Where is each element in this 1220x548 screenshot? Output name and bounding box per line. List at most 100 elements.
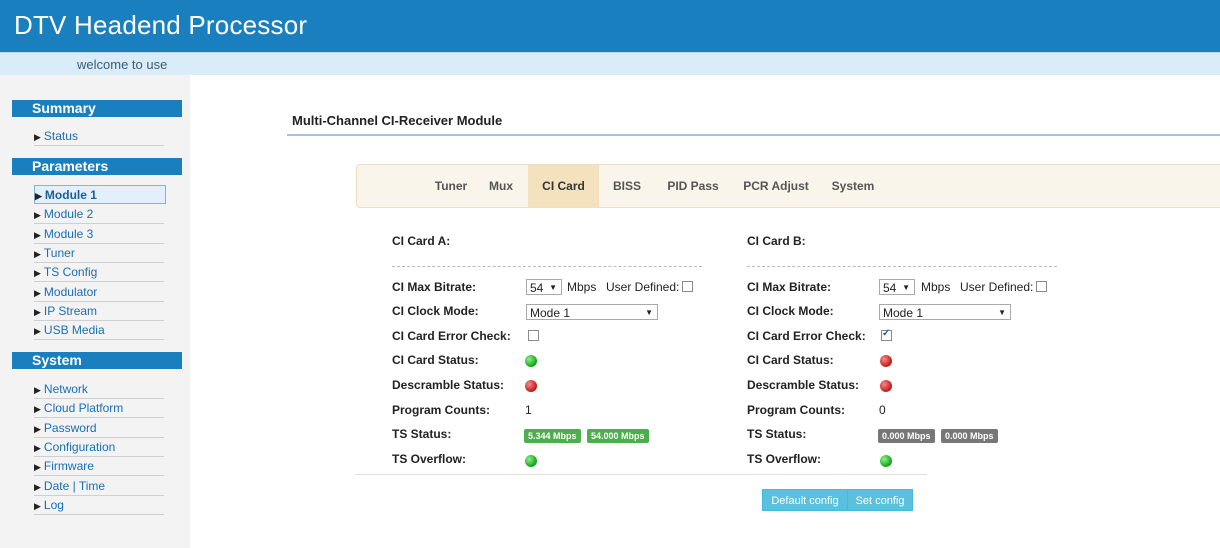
tab-bar: Tuner Mux CI Card BISS PID Pass PCR Adju… xyxy=(356,164,1220,208)
card-a-ts-status-badge-1: 5.344 Mbps xyxy=(524,429,581,443)
sidebar: Summary ▶ Status Parameters ▶ Module 1 ▶ Mo… xyxy=(0,75,190,548)
card-b-clock-mode-label: CI Clock Mode: xyxy=(747,304,834,318)
title-divider xyxy=(287,134,1220,136)
tab-system[interactable]: System xyxy=(825,165,881,207)
dropdown-arrow-icon: ▼ xyxy=(998,308,1006,317)
card-b-card-status-indicator xyxy=(880,355,892,367)
card-a-user-defined-checkbox[interactable] xyxy=(682,281,693,292)
set-config-button[interactable]: Set config xyxy=(847,489,913,511)
triangle-right-icon: ▶ xyxy=(34,307,41,317)
triangle-right-icon: ▶ xyxy=(34,230,41,240)
card-b-divider xyxy=(747,266,1057,267)
default-config-button[interactable]: Default config xyxy=(762,489,848,511)
sidebar-item-ts-config[interactable]: ▶ TS Config xyxy=(34,263,164,282)
card-b-error-check-checkbox[interactable] xyxy=(881,328,892,341)
tab-pid-pass[interactable]: PID Pass xyxy=(663,165,723,207)
sidebar-item-status[interactable]: ▶ Status xyxy=(34,127,164,146)
sidebar-item-module-2[interactable]: ▶ Module 2 xyxy=(34,205,164,224)
tab-biss[interactable]: BISS xyxy=(607,165,647,207)
page-title: Multi-Channel CI-Receiver Module xyxy=(292,113,503,128)
card-a-ts-status-label: TS Status: xyxy=(392,427,452,441)
triangle-right-icon: ▶ xyxy=(34,501,41,511)
sidebar-section-system: System xyxy=(12,352,182,369)
dropdown-arrow-icon: ▼ xyxy=(645,308,653,317)
tab-tuner[interactable]: Tuner xyxy=(427,165,475,207)
card-a-clock-mode-label: CI Clock Mode: xyxy=(392,304,479,318)
sidebar-item-password[interactable]: ▶ Password xyxy=(34,419,164,438)
triangle-right-icon: ▶ xyxy=(34,424,41,434)
form-bottom-divider xyxy=(355,474,927,475)
app-title: DTV Headend Processor xyxy=(14,10,308,40)
card-a-max-bitrate-select[interactable]: 54 ▼ xyxy=(526,279,562,295)
welcome-text: welcome to use xyxy=(77,57,168,72)
sidebar-item-usb-media[interactable]: ▶ USB Media xyxy=(34,321,164,340)
welcome-bar: welcome to use xyxy=(0,52,1220,75)
card-b-mbps-unit: Mbps xyxy=(921,280,951,294)
card-b-ts-status-badge-1: 0.000 Mbps xyxy=(878,429,935,443)
triangle-right-icon: ▶ xyxy=(34,249,41,259)
card-a-descramble-status-indicator xyxy=(525,380,537,392)
card-b-max-bitrate-label: CI Max Bitrate: xyxy=(747,280,832,294)
card-a-mbps-unit: Mbps xyxy=(567,280,597,294)
triangle-right-icon: ▶ xyxy=(34,482,41,492)
tab-pcr-adjust[interactable]: PCR Adjust xyxy=(738,165,814,207)
triangle-right-icon: ▶ xyxy=(34,132,41,142)
card-b-ts-overflow-label: TS Overflow: xyxy=(747,452,822,466)
card-a-program-counts-value: 1 xyxy=(525,403,532,417)
card-b-program-counts-value: 0 xyxy=(879,403,886,417)
triangle-right-icon: ▶ xyxy=(34,210,41,220)
triangle-right-icon: ▶ xyxy=(34,326,41,336)
sidebar-item-log[interactable]: ▶ Log xyxy=(34,496,164,515)
tab-mux[interactable]: Mux xyxy=(481,165,521,207)
card-b-user-defined-label: User Defined: xyxy=(960,280,1034,294)
card-b-clock-mode-select[interactable]: Mode 1 ▼ xyxy=(879,304,1011,320)
card-b-error-check-label: CI Card Error Check: xyxy=(747,329,866,343)
sidebar-item-configuration[interactable]: ▶ Configuration xyxy=(34,438,164,457)
app-header: DTV Headend Processor xyxy=(0,0,1220,52)
card-b-user-defined-checkbox[interactable] xyxy=(1036,281,1047,292)
sidebar-item-module-3[interactable]: ▶ Module 3 xyxy=(34,225,164,244)
sidebar-section-summary: Summary xyxy=(12,100,182,117)
card-b-program-counts-label: Program Counts: xyxy=(747,403,846,417)
card-b-ts-status-label: TS Status: xyxy=(747,427,807,441)
card-a-user-defined-label: User Defined: xyxy=(606,280,680,294)
main-content: Multi-Channel CI-Receiver Module Tuner M… xyxy=(190,75,1220,548)
card-a-error-check-checkbox[interactable] xyxy=(528,330,539,341)
dropdown-arrow-icon: ▼ xyxy=(902,283,910,292)
triangle-right-icon: ▶ xyxy=(34,385,41,395)
card-a-card-status-indicator xyxy=(525,355,537,367)
sidebar-item-module-1[interactable]: ▶ Module 1 xyxy=(34,185,166,204)
sidebar-section-parameters: Parameters xyxy=(12,158,182,175)
sidebar-item-firmware[interactable]: ▶ Firmware xyxy=(34,457,164,476)
card-a-ts-status-badge-2: 54.000 Mbps xyxy=(587,429,649,443)
sidebar-item-network[interactable]: ▶ Network xyxy=(34,380,164,399)
card-a-ts-overflow-indicator xyxy=(525,455,537,467)
sidebar-item-date-time[interactable]: ▶ Date | Time xyxy=(34,477,164,496)
sidebar-item-tuner[interactable]: ▶ Tuner xyxy=(34,244,164,263)
sidebar-item-ip-stream[interactable]: ▶ IP Stream xyxy=(34,302,164,321)
card-b-max-bitrate-select[interactable]: 54 ▼ xyxy=(879,279,915,295)
sidebar-item-modulator[interactable]: ▶ Modulator xyxy=(34,283,164,302)
triangle-right-icon: ▶ xyxy=(35,191,42,201)
card-b-descramble-status-indicator xyxy=(880,380,892,392)
ci-card-a-title: CI Card A: xyxy=(392,234,451,248)
triangle-right-icon: ▶ xyxy=(34,404,41,414)
card-a-clock-mode-select[interactable]: Mode 1 ▼ xyxy=(526,304,658,320)
tab-ci-card[interactable]: CI Card xyxy=(528,165,599,207)
triangle-right-icon: ▶ xyxy=(34,462,41,472)
dropdown-arrow-icon: ▼ xyxy=(549,283,557,292)
ci-card-b-title: CI Card B: xyxy=(747,234,806,248)
card-a-descramble-status-label: Descramble Status: xyxy=(392,378,505,392)
card-a-error-check-label: CI Card Error Check: xyxy=(392,329,511,343)
card-a-divider xyxy=(392,266,702,267)
card-a-ts-overflow-label: TS Overflow: xyxy=(392,452,467,466)
card-b-ts-overflow-indicator xyxy=(880,455,892,467)
triangle-right-icon: ▶ xyxy=(34,288,41,298)
card-a-card-status-label: CI Card Status: xyxy=(392,353,479,367)
triangle-right-icon: ▶ xyxy=(34,443,41,453)
card-b-card-status-label: CI Card Status: xyxy=(747,353,834,367)
sidebar-item-cloud-platform[interactable]: ▶ Cloud Platform xyxy=(34,399,164,418)
card-a-max-bitrate-label: CI Max Bitrate: xyxy=(392,280,477,294)
card-b-descramble-status-label: Descramble Status: xyxy=(747,378,860,392)
card-a-program-counts-label: Program Counts: xyxy=(392,403,491,417)
